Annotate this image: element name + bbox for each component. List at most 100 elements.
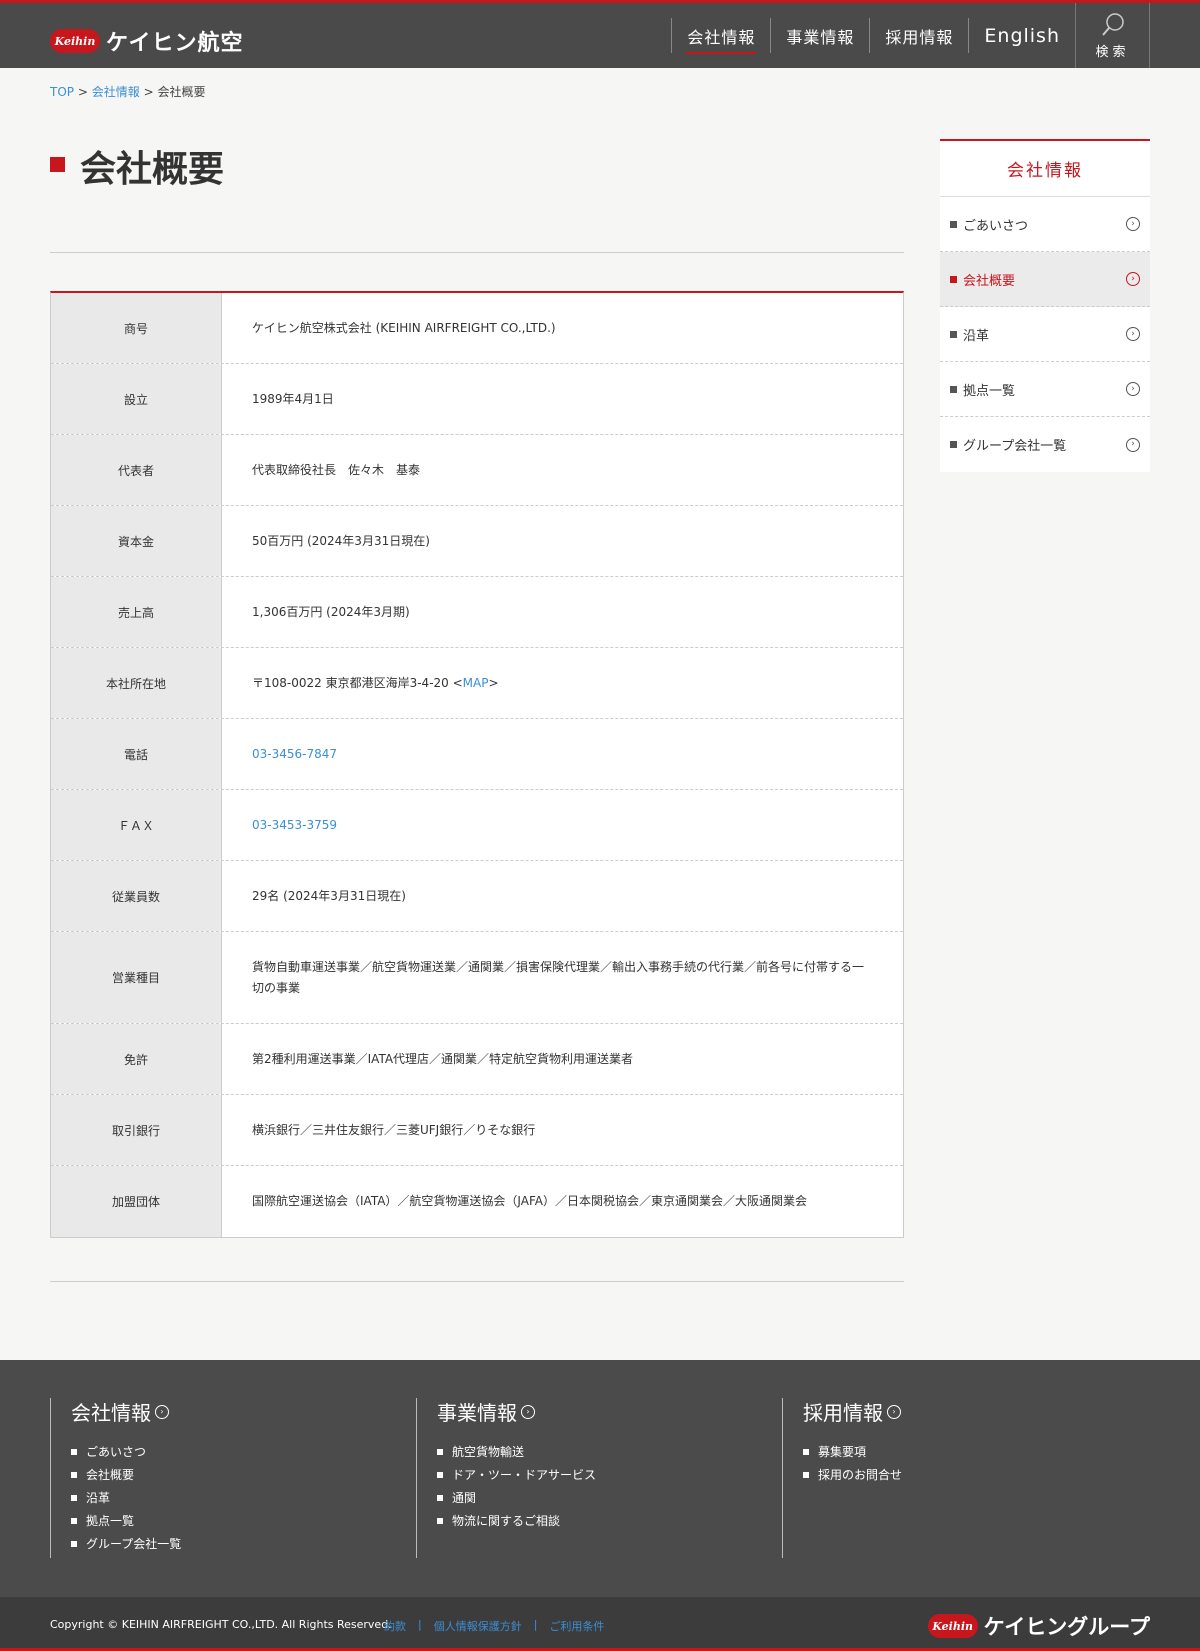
group-logo[interactable]: Keihin ケイヒングループ bbox=[927, 1611, 1150, 1641]
footer-link[interactable]: 採用のお問合せ bbox=[803, 1463, 902, 1486]
table-row: 商号 ケイヒン航空株式会社 (KEIHIN AIRFREIGHT CO.,LTD… bbox=[51, 293, 903, 364]
breadcrumb-sep: > bbox=[77, 85, 88, 99]
nav-recruit-info[interactable]: 採用情報 bbox=[870, 3, 968, 68]
bullet-icon bbox=[71, 1494, 77, 1501]
table-row: 営業種目 貨物自動車運送事業／航空貨物運送業／通関業／損害保険代理業／輸出入事務… bbox=[51, 932, 903, 1024]
site-header: Keihin ケイヒン航空 会社情報 事業情報 採用情報 English 検索 bbox=[0, 0, 1200, 68]
footer-link[interactable]: 通関 bbox=[437, 1486, 596, 1509]
row-value: 国際航空運送協会（IATA）／航空貨物運送協会（JAFA）／日本関税協会／東京通… bbox=[252, 1194, 807, 1209]
terms-link[interactable]: 約款 bbox=[384, 1618, 406, 1634]
sidebar-item-label: グループ会社一覧 bbox=[963, 439, 1067, 454]
row-value: 50百万円 (2024年3月31日現在) bbox=[252, 533, 430, 548]
row-label: 営業種目 bbox=[51, 932, 222, 1023]
footer-link[interactable]: ドア・ツー・ドアサービス bbox=[437, 1463, 596, 1486]
footer-column-title[interactable]: 会社情報 › bbox=[71, 1397, 181, 1426]
sidebar-item-overview[interactable]: 会社概要 › bbox=[940, 252, 1150, 307]
row-value: 1,306百万円 (2024年3月期) bbox=[252, 604, 410, 619]
table-row: 売上高 1,306百万円 (2024年3月期) bbox=[51, 577, 903, 648]
address-text: 〒108-0022 東京都港区海岸3-4-20 < bbox=[252, 675, 463, 690]
table-row: 従業員数 29名 (2024年3月31日現在) bbox=[51, 861, 903, 932]
bullet-icon bbox=[437, 1471, 443, 1478]
footer-column-business: 事業情報 › 航空貨物輸送 ドア・ツー・ドアサービス 通関 物流に関するご相談 bbox=[416, 1398, 596, 1558]
site-logo[interactable]: Keihin ケイヒン航空 bbox=[50, 25, 244, 57]
nav-english[interactable]: English bbox=[969, 3, 1075, 68]
table-row: 電話 03-3456-7847 bbox=[51, 719, 903, 790]
footer-bottom-bar: Copyright © KEIHIN AIRFREIGHT CO.,LTD. A… bbox=[0, 1597, 1200, 1651]
table-row: ＦＡＸ 03-3453-3759 bbox=[51, 790, 903, 861]
row-label: 商号 bbox=[51, 293, 222, 363]
footer-link[interactable]: 沿革 bbox=[71, 1486, 181, 1509]
sidebar-item-group-companies[interactable]: グループ会社一覧 › bbox=[940, 417, 1150, 472]
page-title-text: 会社概要 bbox=[80, 149, 225, 190]
arrow-circle-icon: › bbox=[155, 1404, 169, 1419]
breadcrumb-top[interactable]: TOP bbox=[50, 85, 74, 99]
search-label: 検索 bbox=[1095, 44, 1130, 60]
sidebar-item-label: 会社概要 bbox=[963, 273, 1016, 289]
row-value: 〒108-0022 東京都港区海岸3-4-20 < MAP > bbox=[222, 648, 903, 718]
divider bbox=[50, 1281, 904, 1282]
row-label: 取引銀行 bbox=[51, 1095, 222, 1165]
nav-company-info[interactable]: 会社情報 bbox=[672, 3, 770, 68]
row-value: 1989年4月1日 bbox=[252, 391, 334, 406]
row-label: 設立 bbox=[51, 364, 222, 434]
terms-of-use-link[interactable]: ご利用条件 bbox=[549, 1618, 604, 1634]
row-value: 03-3456-7847 bbox=[222, 719, 903, 789]
search-button[interactable]: 検索 bbox=[1075, 3, 1150, 68]
breadcrumb-current: 会社概要 bbox=[157, 85, 206, 99]
map-link[interactable]: MAP bbox=[463, 673, 489, 693]
address-suffix: > bbox=[488, 675, 499, 690]
privacy-policy-link[interactable]: 個人情報保護方針 bbox=[434, 1618, 522, 1634]
footer-link[interactable]: 物流に関するご相談 bbox=[437, 1509, 596, 1532]
footer-link[interactable]: グループ会社一覧 bbox=[71, 1532, 181, 1555]
footer-link[interactable]: 会社概要 bbox=[71, 1463, 181, 1486]
footer-link[interactable]: ごあいさつ bbox=[71, 1440, 181, 1463]
bullet-icon bbox=[950, 441, 957, 448]
sidebar-item-history[interactable]: 沿革 › bbox=[940, 307, 1150, 362]
table-row: 加盟団体 国際航空運送協会（IATA）／航空貨物運送協会（JAFA）／日本関税協… bbox=[51, 1166, 903, 1237]
row-label: 電話 bbox=[51, 719, 222, 789]
sidebar-item-greeting[interactable]: ごあいさつ › bbox=[940, 197, 1150, 252]
footer-legal-links: 約款 | 個人情報保護方針 | ご利用条件 bbox=[384, 1618, 604, 1634]
row-value: 代表取締役社長 佐々木 基泰 bbox=[252, 462, 421, 477]
footer-column-company: 会社情報 › ごあいさつ 会社概要 沿革 拠点一覧 グループ会社一覧 bbox=[50, 1398, 181, 1558]
row-value: 03-3453-3759 bbox=[222, 790, 903, 860]
footer-column-recruit: 採用情報 › 募集要項 採用のお問合せ bbox=[782, 1398, 902, 1558]
footer-column-title[interactable]: 事業情報 › bbox=[437, 1397, 596, 1426]
footer-link[interactable]: 拠点一覧 bbox=[71, 1509, 181, 1532]
bullet-icon bbox=[437, 1448, 443, 1455]
row-label: 資本金 bbox=[51, 506, 222, 576]
row-value: 横浜銀行／三井住友銀行／三菱UFJ銀行／りそな銀行 bbox=[252, 1122, 536, 1137]
arrow-circle-icon: › bbox=[1126, 217, 1140, 231]
breadcrumb-company-info[interactable]: 会社情報 bbox=[92, 85, 140, 99]
breadcrumb-sep: > bbox=[143, 85, 154, 99]
fax-link[interactable]: 03-3453-3759 bbox=[252, 815, 337, 835]
bullet-icon bbox=[803, 1448, 809, 1455]
row-value: 貨物自動車運送事業／航空貨物運送業／通関業／損害保険代理業／輸出入事務手続の代行… bbox=[252, 960, 865, 995]
group-logo-text: ケイヒングループ bbox=[983, 1615, 1150, 1639]
sidebar-item-label: ごあいさつ bbox=[963, 218, 1029, 234]
table-row: 免許 第2種利用運送事業／IATA代理店／通関業／特定航空貨物利用運送業者 bbox=[51, 1024, 903, 1095]
footer-link[interactable]: 募集要項 bbox=[803, 1440, 902, 1463]
breadcrumb: TOP > 会社情報 > 会社概要 bbox=[50, 83, 205, 100]
table-row: 設立 1989年4月1日 bbox=[51, 364, 903, 435]
bullet-icon bbox=[71, 1471, 77, 1478]
row-label: 免許 bbox=[51, 1024, 222, 1094]
copyright-text: Copyright © KEIHIN AIRFREIGHT CO.,LTD. A… bbox=[50, 1618, 392, 1631]
row-label: 加盟団体 bbox=[51, 1166, 222, 1237]
title-marker bbox=[50, 157, 65, 172]
sidebar-item-locations[interactable]: 拠点一覧 › bbox=[940, 362, 1150, 417]
link-separator: | bbox=[533, 1618, 538, 1631]
arrow-circle-icon: › bbox=[1126, 382, 1140, 396]
footer-column-title[interactable]: 採用情報 › bbox=[803, 1397, 902, 1426]
arrow-circle-icon: › bbox=[1126, 437, 1140, 452]
table-row: 代表者 代表取締役社長 佐々木 基泰 bbox=[51, 435, 903, 506]
company-overview-table: 商号 ケイヒン航空株式会社 (KEIHIN AIRFREIGHT CO.,LTD… bbox=[50, 291, 904, 1238]
bullet-icon bbox=[803, 1471, 809, 1478]
page-title: 会社概要 bbox=[50, 148, 224, 191]
divider bbox=[50, 252, 904, 253]
logo-badge: Keihin bbox=[50, 29, 100, 53]
footer-link[interactable]: 航空貨物輸送 bbox=[437, 1440, 596, 1463]
bullet-icon bbox=[437, 1517, 443, 1524]
phone-link[interactable]: 03-3456-7847 bbox=[252, 744, 337, 764]
nav-business-info[interactable]: 事業情報 bbox=[771, 3, 869, 68]
